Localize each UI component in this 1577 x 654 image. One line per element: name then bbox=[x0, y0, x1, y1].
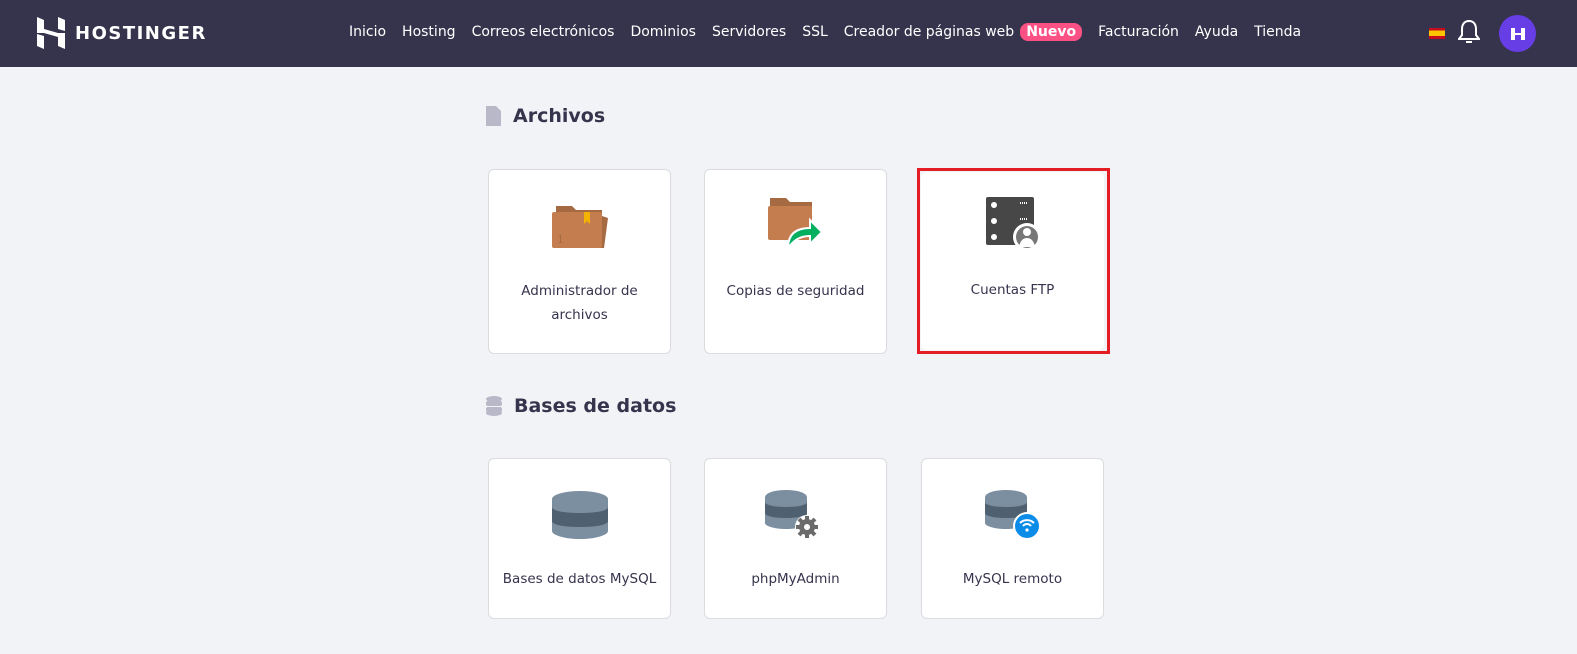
folder-icon: 1 bbox=[551, 206, 608, 248]
database-gear-icon bbox=[764, 490, 819, 539]
main-nav: Inicio Hosting Correos electrónicos Domi… bbox=[349, 23, 1301, 41]
spain-flag-icon[interactable] bbox=[1429, 28, 1445, 39]
nav-hosting[interactable]: Hosting bbox=[402, 24, 456, 40]
nav-creador[interactable]: Creador de páginas web bbox=[844, 24, 1014, 40]
database-wifi-icon bbox=[984, 490, 1041, 540]
card-administrador-archivos[interactable]: 1 Administrador de archivos bbox=[488, 169, 671, 354]
card-label: Bases de datos MySQL bbox=[502, 571, 657, 587]
highlight-box bbox=[917, 168, 1110, 354]
card-label: Copias de seguridad bbox=[726, 283, 865, 299]
bell-icon[interactable] bbox=[1458, 19, 1480, 47]
section-archivos-heading: Archivos bbox=[486, 105, 605, 127]
nav-ayuda[interactable]: Ayuda bbox=[1195, 24, 1238, 40]
nav-ssl[interactable]: SSL bbox=[802, 24, 828, 40]
brand-name: HOSTINGER bbox=[75, 22, 207, 44]
card-label: MySQL remoto bbox=[962, 571, 1063, 587]
card-label: phpMyAdmin bbox=[751, 571, 840, 587]
card-copias-seguridad[interactable]: Copias de seguridad bbox=[704, 169, 887, 354]
file-icon bbox=[486, 106, 501, 126]
nav-dominios[interactable]: Dominios bbox=[630, 24, 696, 40]
top-navbar: HOSTINGER Inicio Hosting Correos electró… bbox=[0, 0, 1577, 67]
hostinger-logo[interactable]: HOSTINGER bbox=[37, 17, 207, 49]
nav-tienda[interactable]: Tienda bbox=[1254, 24, 1301, 40]
nav-inicio[interactable]: Inicio bbox=[349, 24, 386, 40]
section-title: Bases de datos bbox=[514, 395, 677, 417]
avatar-logo-icon bbox=[1510, 27, 1525, 40]
user-avatar[interactable] bbox=[1499, 15, 1536, 52]
folder-backup-icon bbox=[767, 198, 823, 250]
database-icon-small bbox=[486, 396, 502, 416]
new-badge: Nuevo bbox=[1020, 23, 1083, 41]
nav-servidores[interactable]: Servidores bbox=[712, 24, 786, 40]
nav-correos[interactable]: Correos electrónicos bbox=[472, 24, 615, 40]
hostinger-logo-icon bbox=[37, 17, 65, 49]
database-icon bbox=[551, 491, 608, 539]
section-bases-datos-heading: Bases de datos bbox=[486, 395, 676, 417]
section-title: Archivos bbox=[513, 105, 606, 127]
card-label: Administrador de archivos bbox=[521, 283, 638, 323]
svg-text:1: 1 bbox=[557, 233, 564, 246]
card-phpmyadmin[interactable]: phpMyAdmin bbox=[704, 458, 887, 619]
card-bases-datos-mysql[interactable]: Bases de datos MySQL bbox=[488, 458, 671, 619]
card-mysql-remoto[interactable]: MySQL remoto bbox=[921, 458, 1104, 619]
nav-facturacion[interactable]: Facturación bbox=[1098, 24, 1179, 40]
